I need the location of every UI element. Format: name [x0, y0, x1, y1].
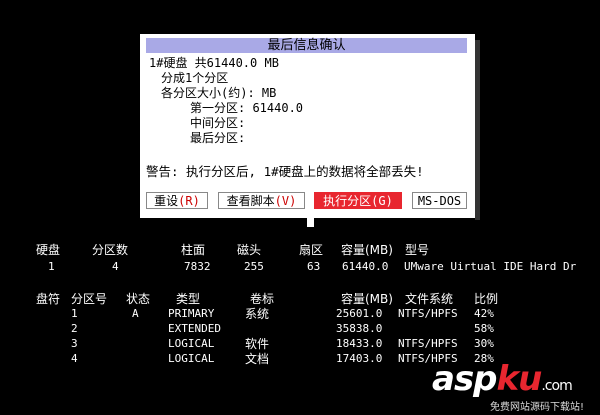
header-heads: 磁头 — [237, 243, 262, 257]
table-row[interactable]: 2 EXTENDED 35838.0 58% — [0, 322, 600, 336]
volume-label: 系统 — [245, 307, 270, 321]
disk-partition-count: 4 — [112, 260, 119, 273]
table-row[interactable]: 3 LOGICAL 软件 18433.0 NTFS/HPFS 30% — [0, 337, 600, 351]
header-ratio: 比例 — [474, 292, 499, 306]
execute-partition-button-label: 执行分区 — [323, 194, 372, 208]
confirm-dialog: 最后信息确认 1#硬盘 共61440.0 MB 分成1个分区 各分区大小(约):… — [140, 34, 475, 218]
reset-button[interactable]: 重设(R) — [146, 192, 208, 209]
reset-hotkey: (R) — [178, 194, 200, 208]
aspku-logo: aspku.com 免费网站源码下载站! — [432, 359, 584, 413]
dialog-title: 最后信息确认 — [146, 38, 467, 53]
disk-table-header: 硬盘 分区数 柱面 磁头 扇区 容量(MB) 型号 — [0, 243, 600, 257]
cursor-block — [307, 210, 314, 227]
header-partition-count: 分区数 — [92, 243, 129, 257]
partition-ratio: 30% — [474, 337, 494, 350]
partition-type: EXTENDED — [168, 322, 221, 335]
view-script-button-label: 查看脚本 — [226, 194, 275, 208]
partition-ratio: 42% — [474, 307, 494, 320]
table-row[interactable]: 1 A PRIMARY 系统 25601.0 NTFS/HPFS 42% — [0, 307, 600, 321]
partition-type: LOGICAL — [168, 337, 215, 350]
table-row[interactable]: 1 4 7832 255 63 61440.0 UMware Uirtual I… — [0, 260, 600, 274]
header-volume-label: 卷标 — [250, 292, 275, 306]
file-system: NTFS/HPFS — [398, 337, 458, 350]
logo-brand-b: ku — [496, 359, 543, 399]
partition-capacity: 17403.0 — [336, 352, 383, 365]
partition-type: PRIMARY — [168, 307, 215, 320]
partition-number: 4 — [71, 352, 78, 365]
partition-size-line: 各分区大小(约): MB — [161, 86, 277, 100]
first-partition-line: 第一分区: 61440.0 — [190, 101, 304, 115]
volume-label: 软件 — [245, 337, 270, 351]
partition-number: 3 — [71, 337, 78, 350]
ms-dos-button-label: MS-DOS — [417, 194, 462, 208]
partition-number: 2 — [71, 322, 78, 335]
header-type: 类型 — [176, 292, 201, 306]
partition-status: A — [132, 307, 139, 320]
dialog-shadow — [475, 40, 480, 220]
file-system: NTFS/HPFS — [398, 307, 458, 320]
disk-capacity: 61440.0 — [342, 260, 389, 273]
warning-text: 警告: 执行分区后, 1#硬盘上的数据将全部丢失! — [146, 164, 424, 179]
reset-button-label: 重设 — [154, 194, 179, 208]
partition-table-header: 盘符 分区号 状态 类型 卷标 容量(MB) 文件系统 比例 — [0, 292, 600, 306]
logo-brand-c: .com — [541, 378, 572, 394]
disk-model: UMware Uirtual IDE Hard Dr — [404, 260, 577, 273]
disk-number: 1 — [48, 260, 55, 273]
execute-partition-button[interactable]: 执行分区(G) — [314, 192, 402, 209]
disk-summary: 1#硬盘 共61440.0 MB — [149, 56, 279, 70]
view-script-button[interactable]: 查看脚本(V) — [218, 192, 305, 209]
logo-subtitle: 免费网站源码下载站! — [490, 402, 585, 413]
header-cylinders: 柱面 — [181, 243, 206, 257]
logo-brand-a: asp — [432, 359, 498, 399]
header-partition-capacity: 容量(MB) — [341, 292, 393, 306]
header-status: 状态 — [126, 292, 151, 306]
partition-ratio: 58% — [474, 322, 494, 335]
disk-sectors: 63 — [307, 260, 321, 273]
middle-partition-line: 中间分区: — [190, 116, 246, 130]
partition-number: 1 — [71, 307, 78, 320]
disk-cylinders: 7832 — [184, 260, 211, 273]
disk-heads: 255 — [244, 260, 264, 273]
header-model: 型号 — [405, 243, 430, 257]
partition-capacity: 18433.0 — [336, 337, 383, 350]
partition-count-line: 分成1个分区 — [161, 71, 229, 85]
volume-label: 文档 — [245, 352, 270, 366]
partition-capacity: 25601.0 — [336, 307, 383, 320]
last-partition-line: 最后分区: — [190, 131, 246, 145]
header-drive-letter: 盘符 — [36, 292, 61, 306]
view-script-hotkey: (V) — [274, 194, 297, 208]
header-file-system: 文件系统 — [405, 292, 454, 306]
execute-partition-hotkey: (G) — [371, 194, 393, 208]
header-sectors: 扇区 — [299, 243, 324, 257]
ms-dos-button[interactable]: MS-DOS — [412, 192, 467, 209]
header-capacity: 容量(MB) — [341, 243, 393, 257]
header-partition-number: 分区号 — [71, 292, 108, 306]
partition-type: LOGICAL — [168, 352, 215, 365]
partition-capacity: 35838.0 — [336, 322, 383, 335]
header-disk: 硬盘 — [36, 243, 61, 257]
